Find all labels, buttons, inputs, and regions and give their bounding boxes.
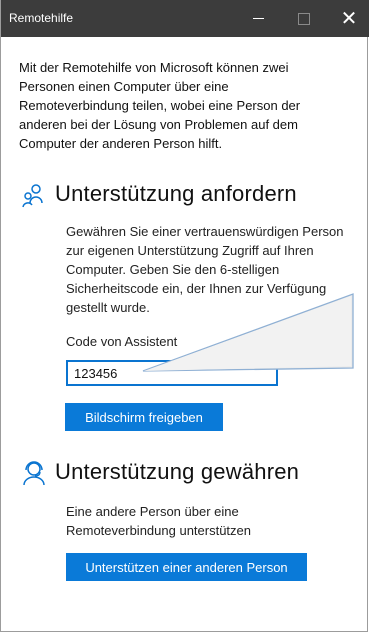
callout-pointer xyxy=(142,293,354,372)
app-window: Remotehilfe ✕ Mit der Remotehilfe von Mi… xyxy=(0,0,369,632)
